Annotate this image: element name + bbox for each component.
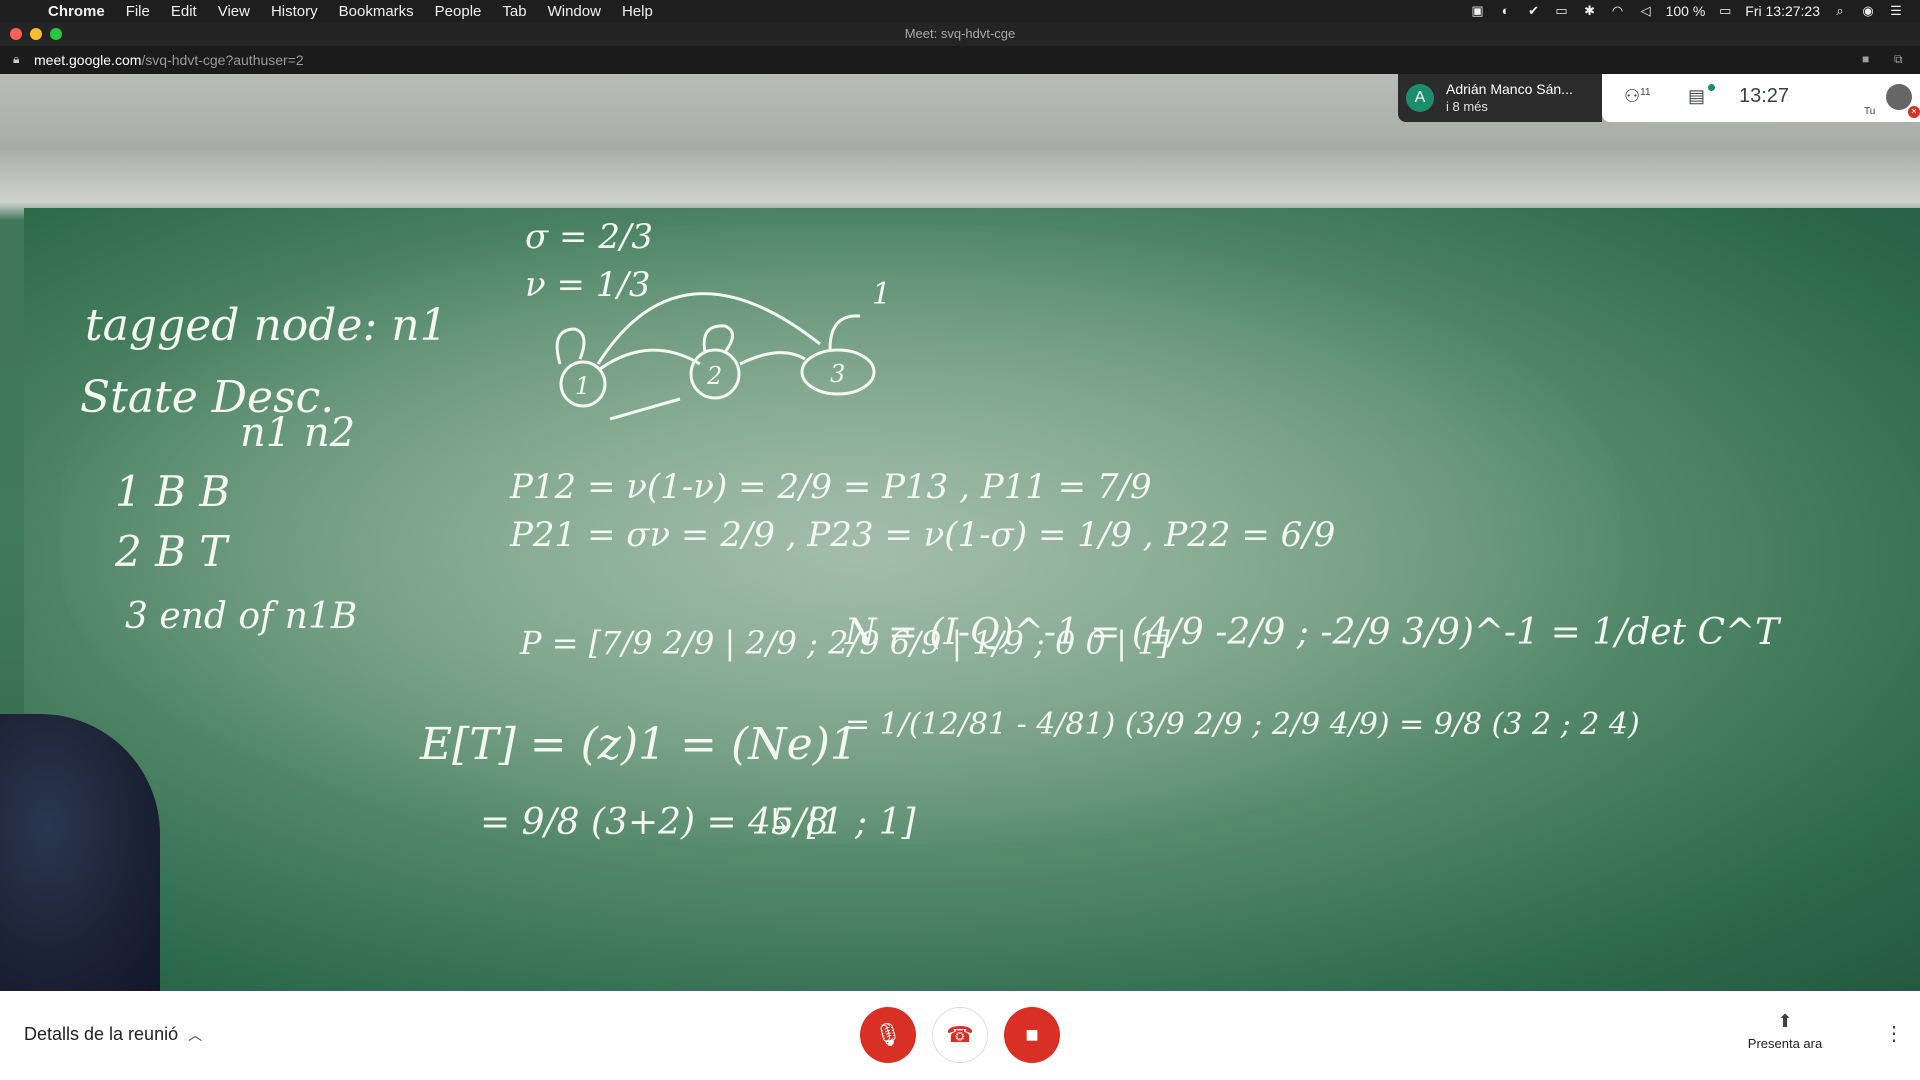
bluetooth-icon[interactable]: ✱ bbox=[1582, 4, 1598, 18]
chat-sender-name: Adrián Manco Sán... bbox=[1446, 81, 1573, 97]
edge-1-2 bbox=[599, 348, 701, 371]
board-line: N = (I-Q)^-1 = (4/9 -2/9 ; -2/9 3/9)^-1 … bbox=[844, 612, 1782, 653]
self-loop-3-label: 1 bbox=[872, 277, 891, 312]
app-icon[interactable]: ◐ bbox=[1498, 4, 1514, 18]
board-line: ↳ [1 ; 1] bbox=[765, 802, 916, 843]
meeting-details-button[interactable]: Detalls de la reunió ︿ bbox=[24, 1024, 202, 1045]
state-1-label: 1 bbox=[575, 372, 590, 400]
board-line: 1 B B bbox=[115, 467, 230, 516]
menu-tab[interactable]: Tab bbox=[502, 3, 526, 20]
spotlight-search-icon[interactable]: ⌕ bbox=[1832, 4, 1848, 18]
volume-icon[interactable]: ◁ bbox=[1638, 4, 1654, 18]
participants-button[interactable]: ⚇11 bbox=[1624, 86, 1651, 107]
board-line: = 1/(12/81 - 4/81) (3/9 2/9 ; 2/9 4/9) =… bbox=[845, 707, 1640, 742]
people-icon: ⚇ bbox=[1624, 86, 1641, 106]
menu-edit[interactable]: Edit bbox=[171, 3, 197, 20]
mic-off-icon: 🎙︎ bbox=[874, 1022, 902, 1047]
menu-chrome[interactable]: Chrome bbox=[48, 3, 105, 20]
url-path: /svq-hdvt-cge?authuser=2 bbox=[141, 52, 304, 68]
leave-call-button[interactable]: ☎ bbox=[932, 1007, 988, 1063]
url-host: meet.google.com bbox=[34, 52, 142, 68]
chat-icon[interactable]: ▤ bbox=[1688, 86, 1705, 107]
camera-off-icon: ■ bbox=[1025, 1022, 1039, 1047]
state-2-label: 2 bbox=[706, 362, 722, 390]
siri-icon[interactable]: ◉ bbox=[1860, 4, 1876, 18]
meet-info-panel: ⚇11 ▤ 13:27 Tu ✕ bbox=[1602, 74, 1920, 122]
browser-title-bar: Meet: svq-hdvt-cge bbox=[0, 22, 1920, 46]
edge-2-1 bbox=[609, 397, 681, 421]
board-line: E[T] = (z)1 = (Ne)1 bbox=[419, 719, 858, 770]
lock-icon[interactable]: 🔒︎ bbox=[13, 52, 19, 67]
chat-avatar: A bbox=[1406, 84, 1434, 112]
menubar-clock[interactable]: Fri 13:27:23 bbox=[1745, 3, 1820, 19]
chalk-writing: σ = 2/3 ν = 1/3 tagged node: n1 State De… bbox=[80, 217, 1782, 843]
menu-bookmarks[interactable]: Bookmarks bbox=[339, 3, 414, 20]
meet-top-overlay: A Adrián Manco Sán... i 8 més ⚇11 ▤ 13:2… bbox=[1398, 74, 1920, 122]
airplay-icon[interactable]: ▭ bbox=[1554, 4, 1570, 18]
menu-window[interactable]: Window bbox=[548, 3, 601, 20]
window-title: Meet: svq-hdvt-cge bbox=[904, 26, 1016, 41]
board-line: P21 = σν = 2/9 , P23 = ν(1-σ) = 1/9 , P2… bbox=[509, 515, 1335, 555]
board-line: 3 end of n1B bbox=[125, 596, 357, 637]
markov-diagram bbox=[555, 292, 876, 421]
docker-icon[interactable]: ▣ bbox=[1470, 4, 1486, 18]
hang-up-icon: ☎ bbox=[946, 1022, 974, 1047]
meeting-clock: 13:27 bbox=[1739, 85, 1790, 107]
menu-help[interactable]: Help bbox=[622, 3, 653, 20]
menu-file[interactable]: File bbox=[126, 3, 150, 20]
chat-notification[interactable]: A Adrián Manco Sán... i 8 més bbox=[1398, 74, 1602, 122]
self-label: Tu bbox=[1864, 106, 1876, 117]
board-line: tagged node: n1 bbox=[85, 300, 448, 351]
battery-percent[interactable]: 100 % bbox=[1666, 3, 1706, 19]
chat-time: i 8 més bbox=[1446, 99, 1488, 114]
self-avatar[interactable] bbox=[1886, 84, 1912, 110]
participants-count: 11 bbox=[1640, 87, 1651, 98]
macos-menu-bar: Chrome File Edit View History Bookmarks … bbox=[0, 0, 1920, 22]
self-loop-3 bbox=[828, 314, 861, 350]
camera-indicator-icon[interactable]: ■ bbox=[1862, 52, 1869, 66]
menu-view[interactable]: View bbox=[218, 3, 250, 20]
camera-toggle-button[interactable]: ■ bbox=[1004, 1007, 1060, 1063]
chevron-up-icon: ︿ bbox=[188, 1026, 203, 1043]
board-line: σ = 2/3 bbox=[525, 217, 653, 257]
menu-history[interactable]: History bbox=[271, 3, 318, 20]
edge-2-3 bbox=[739, 351, 806, 366]
battery-icon[interactable]: ▭ bbox=[1717, 4, 1733, 18]
wifi-icon[interactable]: ◠ bbox=[1610, 4, 1626, 18]
board-line: 2 B T bbox=[114, 527, 230, 576]
translate-icon[interactable]: ⧉ bbox=[1894, 52, 1903, 67]
muted-badge-icon: ✕ bbox=[1908, 106, 1920, 118]
present-now-button[interactable]: ⬆ Presenta ara bbox=[1740, 1011, 1830, 1051]
chat-unread-dot bbox=[1708, 84, 1715, 91]
url-text[interactable]: meet.google.com/svq-hdvt-cge?authuser=2 bbox=[34, 52, 304, 68]
more-options-icon[interactable]: ⋮ bbox=[1884, 1021, 1904, 1046]
meeting-details-label: Detalls de la reunió bbox=[24, 1024, 179, 1044]
state-3-label: 3 bbox=[830, 360, 845, 388]
present-now-label: Presenta ara bbox=[1747, 1036, 1823, 1051]
notification-center-icon[interactable]: ☰ bbox=[1888, 4, 1904, 18]
check-icon[interactable]: ✔ bbox=[1526, 4, 1542, 18]
microphone-toggle-button[interactable]: 🎙︎ bbox=[860, 1007, 916, 1063]
self-loop-1 bbox=[555, 327, 586, 365]
address-bar[interactable]: 🔒︎ meet.google.com/svq-hdvt-cge?authuser… bbox=[0, 46, 1920, 74]
video-stage: σ = 2/3 ν = 1/3 tagged node: n1 State De… bbox=[0, 74, 1920, 991]
present-screen-icon: ⬆ bbox=[1777, 1011, 1793, 1031]
board-line: n1 n2 bbox=[240, 410, 355, 456]
menu-people[interactable]: People bbox=[435, 3, 482, 20]
board-line: ν = 1/3 bbox=[525, 265, 651, 305]
self-loop-2 bbox=[702, 324, 734, 353]
meeting-controls-bar: Detalls de la reunió ︿ 🎙︎ ☎ ■ ⬆ Presenta… bbox=[0, 991, 1920, 1080]
board-line: P12 = ν(1-ν) = 2/9 = P13 , P11 = 7/9 bbox=[509, 467, 1152, 507]
